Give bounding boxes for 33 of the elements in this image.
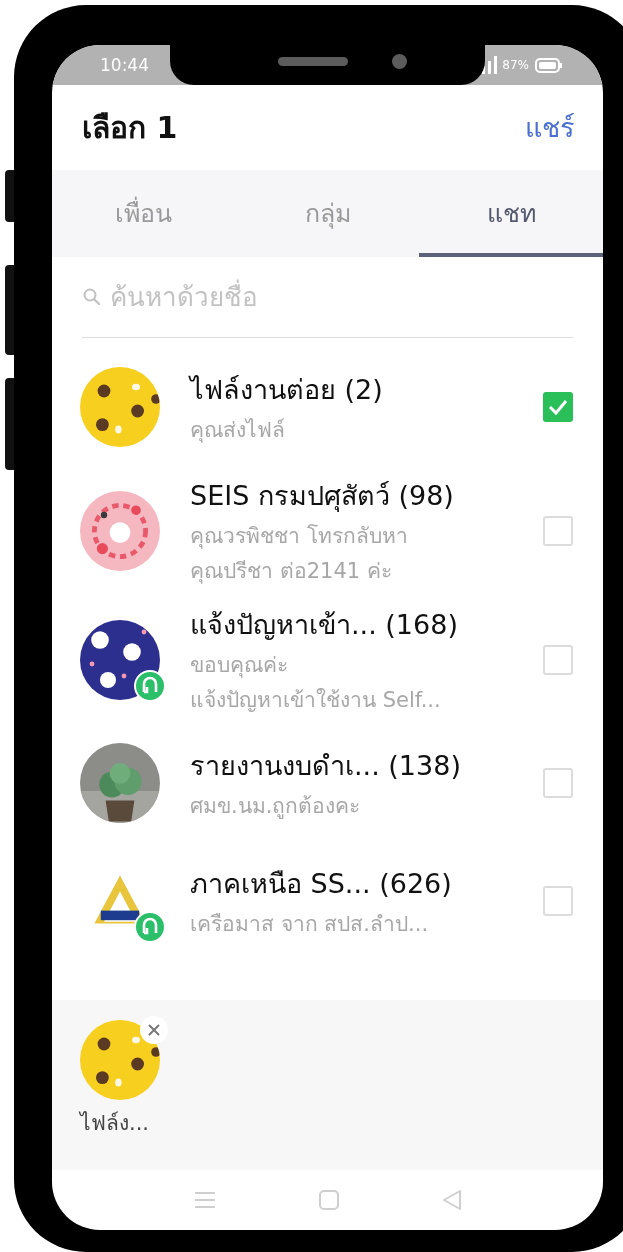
battery-percent: 87%	[502, 58, 529, 72]
home-icon[interactable]	[317, 1189, 340, 1211]
menu-icon[interactable]	[192, 1190, 217, 1210]
tab[interactable]: แชท	[419, 170, 603, 257]
speaker-grille	[278, 57, 348, 66]
search-field[interactable]: ค้นหาด้วยชื่อ	[82, 257, 573, 338]
tab[interactable]: เพื่อน	[52, 170, 236, 257]
camera-lens	[392, 54, 407, 69]
chat-name: แจ้งปัญหาเข้า... (168)	[190, 608, 459, 642]
close-icon	[147, 1023, 161, 1037]
chat-preview: คุณปรีชา ต่อ2141 ค่ะ	[190, 558, 393, 586]
chat-preview: เครือมาส จาก สปส.ลำป...	[190, 911, 430, 938]
chat-name: ภาคเหนือ SS... (626)	[190, 867, 453, 901]
chat-name: รายงานงบดำเ... (138)	[190, 749, 462, 783]
chat-preview: ขอบคุณค่ะ	[190, 652, 289, 680]
check-icon	[548, 399, 568, 415]
selected-label: ไฟล์ง...	[80, 1110, 150, 1137]
status-time: 10:44	[100, 55, 149, 75]
chat-name: ไฟล์งานต่อย (2)	[190, 373, 384, 407]
screen-title: เลือก 1	[82, 109, 178, 147]
chat-preview: แจ้งปัญหาเข้าใช้งาน Self...	[190, 687, 442, 714]
chat-preview: คุณส่งไฟล์	[190, 417, 286, 445]
back-icon[interactable]	[440, 1188, 463, 1212]
chat-preview: ศมข.นม.ถูกต้องคะ	[190, 793, 362, 821]
chat-preview: คุณวรพิชชา โทรกลับหา	[190, 523, 409, 551]
search-input[interactable]: ค้นหาด้วยชื่อ	[110, 272, 573, 322]
chat-name: SEIS กรมปศุสัตว์ (98)	[190, 479, 455, 514]
checkbox[interactable]	[543, 392, 573, 422]
tab[interactable]: กลุ่ม	[235, 170, 420, 257]
remove-button[interactable]	[140, 1016, 168, 1044]
share-button[interactable]: แชร์	[525, 106, 575, 149]
battery-icon	[535, 57, 563, 73]
search-icon	[82, 287, 102, 307]
